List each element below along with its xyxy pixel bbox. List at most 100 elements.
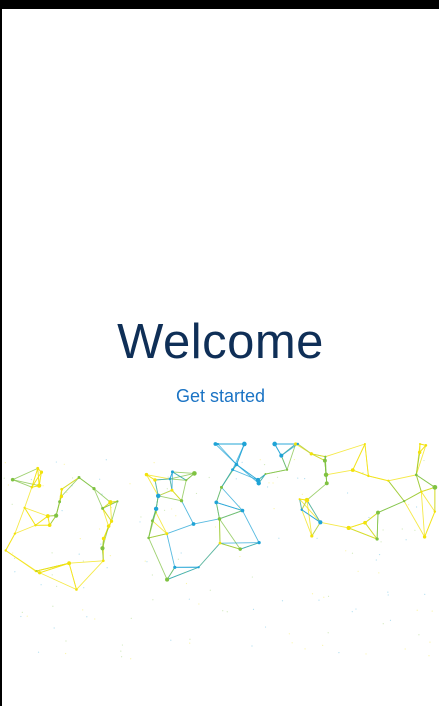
network-speckle — [130, 658, 132, 660]
network-node — [150, 519, 154, 523]
network-speckle — [264, 626, 267, 628]
network-speckle — [382, 529, 384, 531]
network-edge — [172, 471, 195, 474]
network-edge — [109, 502, 112, 522]
get-started-link[interactable]: Get started — [2, 386, 439, 407]
network-speckle — [120, 656, 123, 658]
network-edge — [415, 452, 421, 475]
network-speckle — [351, 611, 353, 613]
network-edge — [198, 542, 221, 568]
network-node — [296, 442, 300, 446]
network-edge — [166, 523, 194, 535]
network-node — [38, 571, 42, 575]
network-edge — [78, 477, 95, 489]
network-speckle — [408, 504, 410, 506]
network-speckle — [198, 603, 200, 605]
network-node — [285, 468, 289, 471]
network-speckle — [12, 552, 14, 554]
network-speckle — [177, 558, 179, 560]
network-speckle — [362, 472, 364, 474]
network-speckle — [94, 618, 96, 620]
network-speckle — [121, 644, 124, 646]
network-speckle — [365, 653, 367, 655]
network-edge — [39, 562, 70, 574]
network-speckle — [11, 503, 13, 505]
network-edge — [281, 443, 299, 457]
network-speckle — [266, 486, 269, 488]
network-node — [241, 441, 247, 447]
network-speckle — [105, 459, 107, 461]
network-speckle — [63, 463, 65, 465]
network-speckle — [238, 505, 241, 507]
network-node — [217, 517, 222, 521]
network-speckle — [378, 572, 380, 574]
network-speckle — [53, 627, 55, 629]
network-edge — [152, 520, 168, 535]
network-node — [279, 453, 284, 458]
network-edge — [420, 491, 436, 512]
network-node — [60, 487, 64, 491]
network-edge — [181, 480, 187, 501]
network-node — [309, 452, 313, 456]
network-edge — [325, 469, 353, 476]
network-speckle — [208, 476, 210, 479]
network-speckle — [109, 554, 111, 557]
network-edge — [68, 563, 77, 590]
network-node — [45, 514, 50, 519]
network-node — [420, 490, 423, 493]
network-speckle — [418, 634, 420, 636]
network-speckle — [139, 521, 141, 523]
network-node — [300, 508, 303, 511]
network-speckle — [389, 619, 392, 621]
network-speckle — [175, 515, 177, 517]
network-node — [58, 500, 62, 504]
network-speckle — [401, 528, 403, 530]
network-speckle — [4, 462, 6, 464]
network-speckle — [311, 593, 314, 595]
network-node — [363, 442, 366, 446]
network-speckle — [163, 509, 166, 511]
network-speckle — [65, 640, 67, 642]
network-node — [375, 537, 379, 541]
network-speckle — [42, 485, 44, 487]
network-edge — [352, 443, 366, 471]
network-speckle — [51, 552, 53, 554]
network-node — [106, 524, 111, 528]
network-node — [322, 458, 327, 463]
network-edge — [352, 469, 369, 477]
network-speckle — [14, 571, 16, 573]
network-node — [197, 566, 200, 569]
network-speckle — [281, 600, 284, 602]
network-node — [100, 546, 105, 551]
network-node — [418, 443, 421, 445]
network-speckle — [327, 595, 330, 597]
network-speckle — [167, 476, 169, 478]
network-speckle — [189, 638, 191, 640]
network-edge — [5, 550, 37, 572]
network-speckle — [304, 648, 306, 650]
network-speckle — [304, 478, 306, 480]
network-node — [403, 499, 406, 503]
network-speckle — [278, 537, 280, 539]
network-node — [23, 506, 26, 509]
network-edge — [376, 512, 379, 540]
network-edge — [280, 455, 288, 470]
network-speckle — [69, 486, 71, 488]
network-speckle — [101, 493, 103, 495]
network-node — [154, 510, 157, 514]
network-edge — [148, 533, 167, 539]
network-edge — [12, 467, 38, 481]
network-node — [218, 541, 222, 545]
network-edge — [242, 510, 260, 543]
network-edge — [219, 518, 221, 544]
network-node — [101, 559, 105, 563]
network-speckle — [86, 616, 88, 618]
network-speckle — [431, 610, 433, 612]
network-speckle — [185, 582, 188, 585]
network-edge — [154, 478, 170, 481]
network-speckle — [241, 461, 243, 463]
network-speckle — [129, 483, 131, 485]
network-node — [101, 506, 105, 510]
network-speckle — [318, 599, 320, 601]
welcome-title: Welcome — [117, 315, 324, 369]
